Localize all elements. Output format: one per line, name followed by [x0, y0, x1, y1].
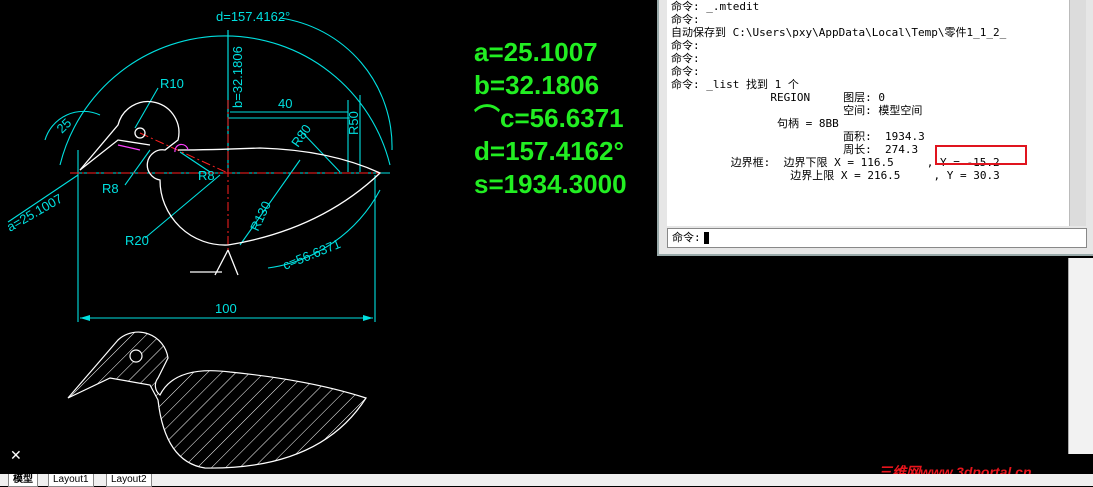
- area-highlight-box: [935, 145, 1027, 165]
- dim-r8-left: R8: [102, 181, 119, 196]
- center-lines: [70, 100, 380, 250]
- command-history-scrollbar[interactable]: [1069, 0, 1086, 226]
- layout-tabs-bar: 模型 Layout1 Layout2: [0, 474, 1093, 487]
- dim-r8-right: R8: [198, 168, 215, 183]
- history-line: 面积: 1934.3: [671, 130, 925, 143]
- history-line: 自动保存到 C:\Users\pxy\AppData\Local\Temp\零件…: [671, 26, 1007, 39]
- tab-layout1[interactable]: Layout1: [48, 474, 94, 487]
- right-toolbar-strip[interactable]: [1068, 258, 1093, 454]
- history-line: 命令:: [671, 13, 700, 26]
- history-line: 句柄 = 8BB: [671, 117, 839, 130]
- dim-r80: R80: [288, 122, 314, 150]
- tab-layout2[interactable]: Layout2: [106, 474, 152, 487]
- close-icon[interactable]: ✕: [10, 448, 22, 464]
- history-line: 边界上限 X = 216.5 , Y = 30.3: [671, 169, 1000, 182]
- dim-r10: R10: [160, 76, 184, 91]
- history-line: 命令: _.mtedit: [671, 0, 760, 13]
- command-prompt: 命令:: [672, 231, 701, 244]
- dim-b: b=32.1806: [230, 46, 245, 108]
- dim-r130: R130: [247, 199, 274, 234]
- command-input[interactable]: 命令:: [667, 228, 1087, 248]
- result-b: b=32.1806: [474, 70, 599, 100]
- dim-100: 100: [215, 301, 237, 316]
- command-window: 命令: _.mtedit 命令: 自动保存到 C:\Users\pxy\AppD…: [657, 0, 1093, 256]
- dim-r50: R50: [346, 111, 361, 135]
- history-line: 命令:: [671, 39, 700, 52]
- dim-angle-d: d=157.4162°: [216, 9, 290, 24]
- result-d: d=157.4162°: [474, 136, 624, 166]
- tab-model[interactable]: 模型: [8, 474, 38, 487]
- history-line: 命令:: [671, 52, 700, 65]
- command-history[interactable]: 命令: _.mtedit 命令: 自动保存到 C:\Users\pxy\AppD…: [667, 0, 1069, 226]
- dim-a: a=25.1007: [4, 191, 65, 235]
- history-line: 命令:: [671, 65, 700, 78]
- history-line: 命令: _list 找到 1 个: [671, 78, 799, 91]
- dim-40: 40: [278, 96, 292, 111]
- history-line: 空间: 模型空间: [671, 104, 923, 117]
- text-caret: [703, 232, 709, 244]
- dim-c: c=56.6371: [281, 236, 343, 273]
- result-s: s=1934.3000: [474, 169, 627, 199]
- dim-r20: R20: [125, 233, 149, 248]
- history-line: REGION 图层: 0: [671, 91, 886, 104]
- result-c: ⌒c=56.6371: [474, 103, 624, 133]
- result-a: a=25.1007: [474, 37, 598, 67]
- duck-region-hatched: [67, 331, 367, 469]
